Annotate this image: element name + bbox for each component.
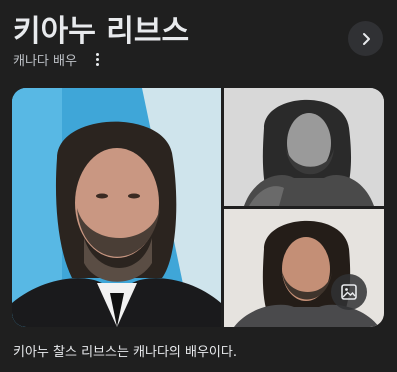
chevron-right-icon xyxy=(362,32,370,45)
image-search-button[interactable] xyxy=(331,274,367,310)
image-icon xyxy=(341,284,357,300)
subtitle: 캐나다 배우 xyxy=(13,53,77,69)
main-photo[interactable] xyxy=(12,88,221,327)
next-button[interactable] xyxy=(348,21,383,56)
more-vert-icon xyxy=(96,52,100,56)
description-text: 키아누 찰스 리브스는 캐나다의 배우이다. xyxy=(13,345,237,360)
more-vert-icon-dot xyxy=(96,57,100,61)
bottom-right-photo[interactable] xyxy=(224,209,384,327)
top-right-photo[interactable] xyxy=(224,88,384,206)
more-options-button[interactable] xyxy=(89,49,107,69)
subtitle-row: 캐나다 배우 xyxy=(13,49,107,69)
page-title: 키아누 리브스 xyxy=(13,14,190,49)
more-vert-icon-dot xyxy=(96,62,100,66)
image-gallery xyxy=(12,88,384,327)
